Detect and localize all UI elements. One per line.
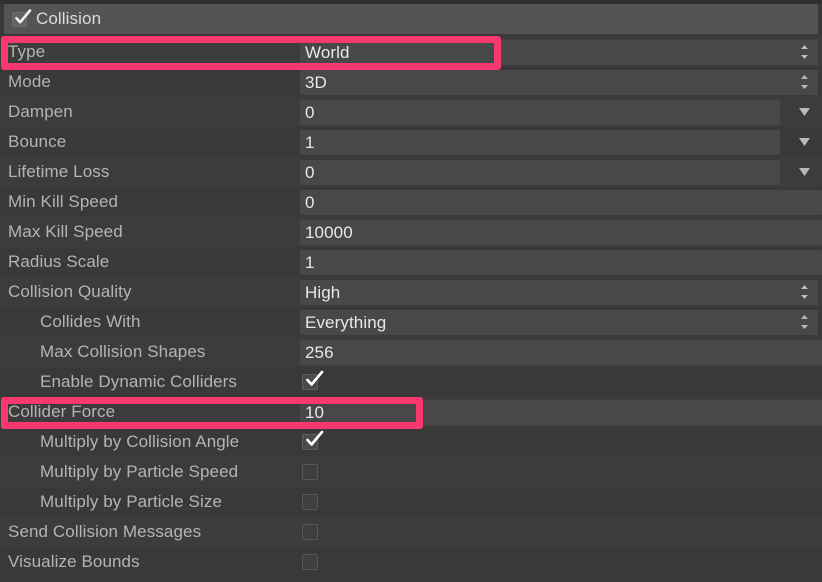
checkbox-unchecked[interactable] <box>302 464 318 480</box>
collision-module-inspector: Collision Type World Mode 3D Dampen 0 Bounce 1 L… <box>0 0 822 582</box>
number-field[interactable]: 0 <box>300 190 822 215</box>
dropdown-arrow-button[interactable] <box>794 67 814 97</box>
number-field[interactable]: 10 <box>300 400 822 425</box>
number-field[interactable]: 256 <box>300 340 822 365</box>
checkmark-icon <box>306 430 324 446</box>
property-label: Visualize Bounds <box>8 552 140 571</box>
curve-dropdown-button[interactable] <box>794 127 814 157</box>
property-label: Collision Quality <box>8 282 132 301</box>
property-value: 10 <box>305 403 325 422</box>
property-value: 10000 <box>305 223 353 242</box>
property-row[interactable]: Enable Dynamic Colliders <box>0 367 822 397</box>
property-row[interactable]: Lifetime Loss 0 <box>0 157 822 187</box>
property-value: Everything <box>305 313 387 332</box>
property-value: 256 <box>305 343 334 362</box>
property-row[interactable]: Collision Quality High <box>0 277 822 307</box>
property-row[interactable]: Collides With Everything <box>0 307 822 337</box>
chevron-down-icon <box>798 138 810 146</box>
module-title: Collision <box>36 9 102 28</box>
checkmark-icon <box>15 8 32 23</box>
chevron-down-icon <box>798 168 810 176</box>
property-label: Multiply by Collision Angle <box>40 432 240 451</box>
property-label: Max Collision Shapes <box>40 342 206 361</box>
property-rows: Type World Mode 3D Dampen 0 Bounce 1 Lifetime Lo… <box>0 37 822 577</box>
property-value: High <box>305 283 341 302</box>
property-row[interactable]: Min Kill Speed 0 <box>0 187 822 217</box>
number-field[interactable]: 1 <box>300 250 822 275</box>
checkbox-unchecked[interactable] <box>302 554 318 570</box>
dropdown-arrow-button[interactable] <box>794 37 814 67</box>
curve-field[interactable]: 1 <box>300 130 780 155</box>
dropdown-field[interactable]: Everything <box>300 310 818 335</box>
property-label: Enable Dynamic Colliders <box>40 372 238 391</box>
property-label: Bounce <box>8 132 67 151</box>
property-label: Multiply by Particle Speed <box>40 462 239 481</box>
property-row[interactable]: Type World <box>0 37 822 67</box>
property-label: Mode <box>8 72 51 91</box>
chevron-down-icon <box>798 108 810 116</box>
property-row[interactable]: Mode 3D <box>0 67 822 97</box>
property-value: 0 <box>305 103 315 122</box>
curve-field[interactable]: 0 <box>300 160 780 185</box>
dropdown-arrow-button[interactable] <box>794 277 814 307</box>
collision-enabled-checkbox[interactable] <box>12 8 32 27</box>
updown-arrows-icon <box>800 75 808 89</box>
property-label: Collides With <box>40 312 141 331</box>
property-value: 1 <box>305 253 315 272</box>
property-label: Dampen <box>8 102 73 121</box>
updown-arrows-icon <box>800 285 808 299</box>
property-row[interactable]: Multiply by Collision Angle <box>0 427 822 457</box>
property-row[interactable]: Visualize Bounds <box>0 547 822 577</box>
property-row[interactable]: Multiply by Particle Speed <box>0 457 822 487</box>
property-value: 0 <box>305 163 315 182</box>
property-label: Multiply by Particle Size <box>40 492 223 511</box>
dropdown-field[interactable]: High <box>300 280 818 305</box>
property-row[interactable]: Send Collision Messages <box>0 517 822 547</box>
property-label: Radius Scale <box>8 252 110 271</box>
property-value: World <box>305 43 350 62</box>
property-value: 0 <box>305 193 315 212</box>
property-label: Type <box>8 42 46 61</box>
checkbox-unchecked[interactable] <box>302 494 318 510</box>
property-row[interactable]: Max Kill Speed 10000 <box>0 217 822 247</box>
collision-module-header[interactable]: Collision <box>4 4 818 34</box>
checkbox-unchecked[interactable] <box>302 524 318 540</box>
property-label: Send Collision Messages <box>8 522 202 541</box>
property-row[interactable]: Bounce 1 <box>0 127 822 157</box>
curve-dropdown-button[interactable] <box>794 97 814 127</box>
property-row[interactable]: Dampen 0 <box>0 97 822 127</box>
property-row[interactable]: Max Collision Shapes 256 <box>0 337 822 367</box>
property-label: Max Kill Speed <box>8 222 123 241</box>
property-label: Lifetime Loss <box>8 162 110 181</box>
updown-arrows-icon <box>800 315 808 329</box>
dropdown-field[interactable]: World <box>300 40 818 65</box>
property-label: Collider Force <box>8 402 116 421</box>
dropdown-arrow-button[interactable] <box>794 307 814 337</box>
number-field[interactable]: 10000 <box>300 220 822 245</box>
curve-dropdown-button[interactable] <box>794 157 814 187</box>
property-value: 1 <box>305 133 315 152</box>
checkbox-checked[interactable] <box>302 430 324 450</box>
checkbox-checked[interactable] <box>302 370 324 390</box>
property-row[interactable]: Radius Scale 1 <box>0 247 822 277</box>
property-row[interactable]: Collider Force 10 <box>0 397 822 427</box>
checkmark-icon <box>306 370 324 386</box>
dropdown-field[interactable]: 3D <box>300 70 818 95</box>
property-value: 3D <box>305 73 327 92</box>
property-label: Min Kill Speed <box>8 192 119 211</box>
property-row[interactable]: Multiply by Particle Size <box>0 487 822 517</box>
curve-field[interactable]: 0 <box>300 100 780 125</box>
updown-arrows-icon <box>800 45 808 59</box>
